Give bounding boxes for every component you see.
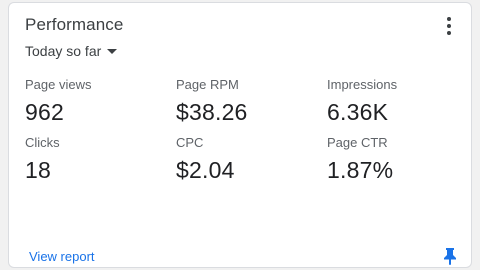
- view-report-link[interactable]: View report: [29, 249, 95, 264]
- metric-impressions: Impressions 6.36K: [327, 77, 465, 135]
- metric-page-views: Page views 962: [25, 77, 176, 135]
- metric-label: Impressions: [327, 77, 398, 92]
- date-range-label: Today so far: [25, 43, 102, 59]
- metric-label: Clicks: [25, 135, 60, 150]
- metric-page-rpm: Page RPM $38.26: [176, 77, 327, 135]
- metric-value: 962: [25, 99, 64, 125]
- more-vertical-icon: [447, 17, 451, 21]
- metric-value: 6.36K: [327, 99, 389, 125]
- metric-label: CPC: [176, 135, 204, 150]
- metrics-grid: Page views 962 Page RPM $38.26 Impressio…: [25, 77, 465, 191]
- metric-label: Page CTR: [327, 135, 388, 150]
- metric-cpc: CPC $2.04: [176, 135, 327, 191]
- card-title: Performance: [25, 15, 124, 34]
- performance-card: Performance Today so far Page views 962 …: [8, 2, 472, 268]
- metric-value: $2.04: [176, 157, 235, 183]
- metric-label: Page views: [25, 77, 92, 92]
- metric-value: $38.26: [176, 99, 248, 125]
- more-options-button[interactable]: [439, 15, 459, 37]
- more-vertical-icon-dot: [447, 24, 451, 28]
- caret-down-icon: [107, 49, 118, 54]
- pin-icon: [444, 248, 456, 265]
- metric-value: 1.87%: [327, 157, 394, 183]
- metric-clicks: Clicks 18: [25, 135, 176, 191]
- more-vertical-icon-dot: [447, 31, 451, 35]
- metric-label: Page RPM: [176, 77, 239, 92]
- metric-page-ctr: Page CTR 1.87%: [327, 135, 465, 191]
- metric-value: 18: [25, 157, 51, 183]
- date-range-dropdown[interactable]: Today so far: [25, 43, 118, 59]
- pin-button[interactable]: [443, 247, 457, 265]
